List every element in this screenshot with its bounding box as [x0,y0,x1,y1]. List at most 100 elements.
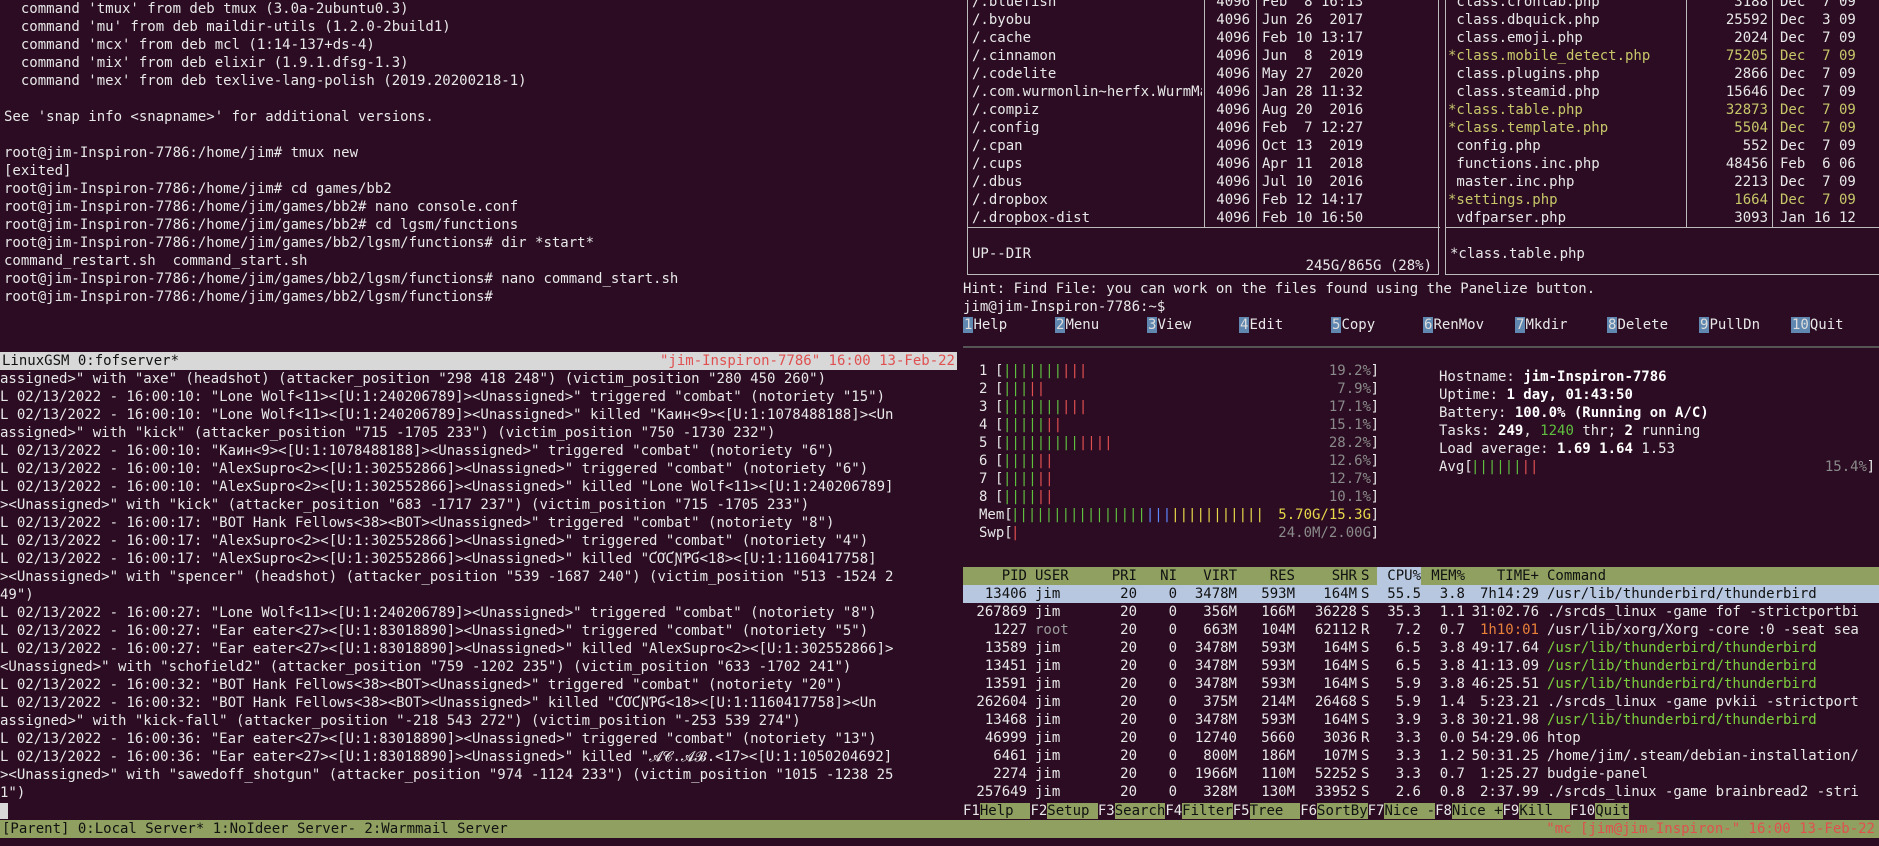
htop-cell-virt: 3478M [1194,586,1237,602]
mc-file-row[interactable]: *class.mobile_detect.php 75205 Dec 7 09 [1448,47,1878,65]
mc-file-row[interactable]: /.cinnamon 4096 Jun 8 2019 [972,47,1432,65]
tmux-window-list[interactable]: [Parent] 0:Local Server* 1:NoIdeer Serve… [2,820,508,838]
mc-fkey-help[interactable]: 1Help [963,316,1007,334]
htop-cell-state: S [1361,766,1370,782]
htop-pane[interactable]: 1[|||||||||| 19.2%] 2[||||| 7.9%] 3[||||||||… [963,348,1879,820]
mc-file-row[interactable]: *class.table.php 32873 Dec 7 09 [1448,101,1878,119]
mc-fkey-edit[interactable]: 4Edit [1239,316,1283,334]
htop-fkey-kill[interactable]: Kill [1519,803,1570,819]
mc-fkey-quit[interactable]: 10Quit [1791,316,1844,334]
mc-file-row[interactable]: *class.template.php 5504 Dec 7 09 [1448,119,1878,137]
htop-col-pri[interactable]: PRI [1091,567,1137,585]
mc-file-row[interactable]: /.codelite 4096 May 27 2020 [972,65,1432,83]
htop-col-pid[interactable]: PID [963,567,1027,585]
htop-process-row[interactable]: 46999 jim 20 0 12740 5660 3036 R 3.3 0.0 54:29.06 h… [963,729,1879,747]
mc-file-row[interactable]: /.dropbox 4096 Feb 12 14:17 [972,191,1432,209]
htop-fkey-help[interactable]: Help [979,803,1031,819]
htop-col-user[interactable]: USER [1035,567,1095,585]
htop-col-shr[interactable]: SHR [1297,567,1357,585]
htop-cell-pri: 20 [1120,604,1137,620]
mc-file-row[interactable]: /.compiz 4096 Aug 20 2016 [972,101,1432,119]
htop-col-res[interactable]: RES [1241,567,1295,585]
htop-bar-segment: || [1045,417,1063,433]
mc-file-row[interactable]: /.cache 4096 Feb 10 13:17 [972,29,1432,47]
htop-fkey-number: F8 [1435,803,1452,819]
mc-shell-prompt[interactable]: jim@jim-Inspiron-7786:~$ [963,298,1165,316]
mc-file-name: /.codelite [972,66,1057,82]
mc-file-row[interactable]: /.com.wurmonlin~herfx.WurmMain 4096 Jan 28… [972,83,1432,101]
htop-fkey-quit[interactable]: Quit [1595,803,1629,819]
mc-file-row[interactable]: master.inc.php 2213 Dec 7 09 [1448,173,1878,191]
mc-fkey-copy[interactable]: 5Copy [1331,316,1375,334]
mc-left-panel[interactable]: /.bluefish 4096 Feb 8 16:13 /.byobu 4096 Jun … [967,0,1440,275]
htop-col-command[interactable]: Command [1547,567,1877,585]
terminal-pane-shell[interactable]: command 'tmux' from deb tmux (3.0a-2ubun… [0,0,957,346]
htop-fkey-setup[interactable]: Setup [1047,803,1098,819]
mc-file-row[interactable]: /.bluefish 4096 Feb 8 16:13 [972,0,1432,11]
mc-file-size: 15646 [1725,84,1768,100]
terminal-pane-server-log[interactable]: assigned>" with "axe" (headshot) (attack… [0,370,957,820]
mc-file-row[interactable]: class.dbquick.php 25592 Dec 3 09 [1448,11,1878,29]
htop-col-s[interactable]: S [1361,567,1375,585]
mc-file-row[interactable]: class.steamid.php 15646 Dec 7 09 [1448,83,1878,101]
midnight-commander-pane[interactable]: /.bluefish 4096 Feb 8 16:13 /.byobu 4096 Jun … [963,0,1879,346]
mc-fkey-mkdir[interactable]: 7Mkdir [1515,316,1568,334]
htop-fkey-tree[interactable]: Tree [1249,803,1301,819]
htop-col-mem[interactable]: MEM% [1425,567,1465,585]
log-line: ><Unassigned>" with "sawedoff_shotgun" (… [0,767,894,783]
htop-cell-state: R [1361,730,1370,746]
htop-fkey-nice[interactable]: Nice - [1384,803,1436,819]
mc-file-row[interactable]: /.dropbox-dist 4096 Feb 10 16:50 [972,209,1432,227]
htop-fkey-nice[interactable]: Nice + [1451,803,1503,819]
htop-cell-shr: 107M [1323,748,1357,764]
htop-col-ni[interactable]: NI [1139,567,1177,585]
mc-right-panel[interactable]: class.crontab.php 3188 Dec 7 09 class.dbqu… [1445,0,1879,275]
htop-cpu-percent: 28.2% [1328,435,1371,451]
htop-col-virt[interactable]: VIRT [1179,567,1237,585]
mc-file-row[interactable]: config.php 552 Dec 7 09 [1448,137,1878,155]
mc-file-row[interactable]: class.plugins.php 2866 Dec 7 09 [1448,65,1878,83]
mc-fkey-view[interactable]: 3View [1147,316,1191,334]
mc-file-size: 32873 [1725,102,1768,118]
htop-process-row[interactable]: 2274 jim 20 0 1966M 110M 52252 S 3.3 0.7 1:25.27 bu… [963,765,1879,783]
mc-file-row[interactable]: /.byobu 4096 Jun 26 2017 [972,11,1432,29]
mc-file-row[interactable]: class.emoji.php 2024 Dec 7 09 [1448,29,1878,47]
htop-process-row[interactable]: 13589 jim 20 0 3478M 593M 164M S 6.5 3.8 49:17.64 /… [963,639,1879,657]
htop-process-row[interactable]: 6461 jim 20 0 800M 186M 107M S 3.3 1.2 50:31.25/ho… [963,747,1879,765]
mc-file-row[interactable]: vdfparser.php 3093 Jan 16 12 [1448,209,1878,227]
mc-fkey-menu[interactable]: 2Menu [1055,316,1099,334]
htop-process-row[interactable]: 13591 jim 20 0 3478M 593M 164M S 5.9 3.8 46:25.51 /… [963,675,1879,693]
htop-cell-command: /usr/lib/thunderbird/thunderbird [1547,676,1817,692]
htop-cpu-meter: 4[||||||| 15.1%] [979,416,1379,434]
mc-fkey-renmov[interactable]: 6RenMov [1423,316,1484,334]
htop-cpu-percent: 7.9% [1337,381,1371,397]
htop-process-row[interactable]: 1227 root 20 0 663M 104M 62112 R 7.2 0.7 1h10:01/u… [963,621,1879,639]
mc-fkey-pulldn[interactable]: 9PullDn [1699,316,1760,334]
htop-column-header[interactable]: PID USER PRI NI VIRT RES SHR S CPU% MEM% TIME+ Comm… [963,567,1879,585]
mc-file-date: Dec 7 09 [1780,192,1856,208]
mc-fkey-number: 10 [1791,317,1810,333]
mc-file-row[interactable]: /.dbus 4096 Jul 10 2016 [972,173,1432,191]
htop-col-cpu[interactable]: CPU% [1377,567,1421,585]
htop-process-row[interactable]: 13468 jim 20 0 3478M 593M 164M S 3.9 3.8 30:21.98 /… [963,711,1879,729]
htop-col-time[interactable]: TIME+ [1467,567,1539,585]
mc-file-name: /.dropbox-dist [972,210,1091,226]
htop-fkey-sortby[interactable]: SortBy [1317,803,1368,819]
htop-process-row[interactable]: 13451 jim 20 0 3478M 593M 164M S 6.5 3.8 41:13.09 /… [963,657,1879,675]
mc-file-row[interactable]: functions.inc.php 48456 Feb 6 06 [1448,155,1878,173]
htop-fkey-filter[interactable]: Filter [1182,803,1233,819]
htop-cell-command: /usr/lib/xorg/Xorg -core :0 -seat sea [1547,622,1859,638]
htop-process-row[interactable]: 262604 jim 20 0 375M 214M 26468 S 5.9 1.4 5:23.21.… [963,693,1879,711]
mc-file-row[interactable]: /.config 4096 Feb 7 12:27 [972,119,1432,137]
mc-fkey-delete[interactable]: 8Delete [1607,316,1668,334]
mc-file-row[interactable]: /.cups 4096 Apr 11 2018 [972,155,1432,173]
htop-process-row[interactable]: 13406 jim 20 0 3478M 593M 164M S 55.5 3.8 7h14:29 /… [963,585,1879,603]
htop-meter-bracket: ] [1370,363,1379,379]
mc-file-name: /.dbus [972,174,1023,190]
htop-process-row[interactable]: 267869 jim 20 0 356M 166M 36228 S 35.3 1.1 31:02.7… [963,603,1879,621]
mc-file-row[interactable]: /.cpan 4096 Oct 13 2019 [972,137,1432,155]
htop-process-row[interactable]: 257649 jim 20 0 328M 130M 33952 S 2.6 0.8 2:37.99.… [963,783,1879,801]
htop-fkey-search[interactable]: Search [1114,803,1166,819]
mc-file-row[interactable]: class.crontab.php 3188 Dec 7 09 [1448,0,1878,11]
mc-file-row[interactable]: *settings.php 1664 Dec 7 09 [1448,191,1878,209]
